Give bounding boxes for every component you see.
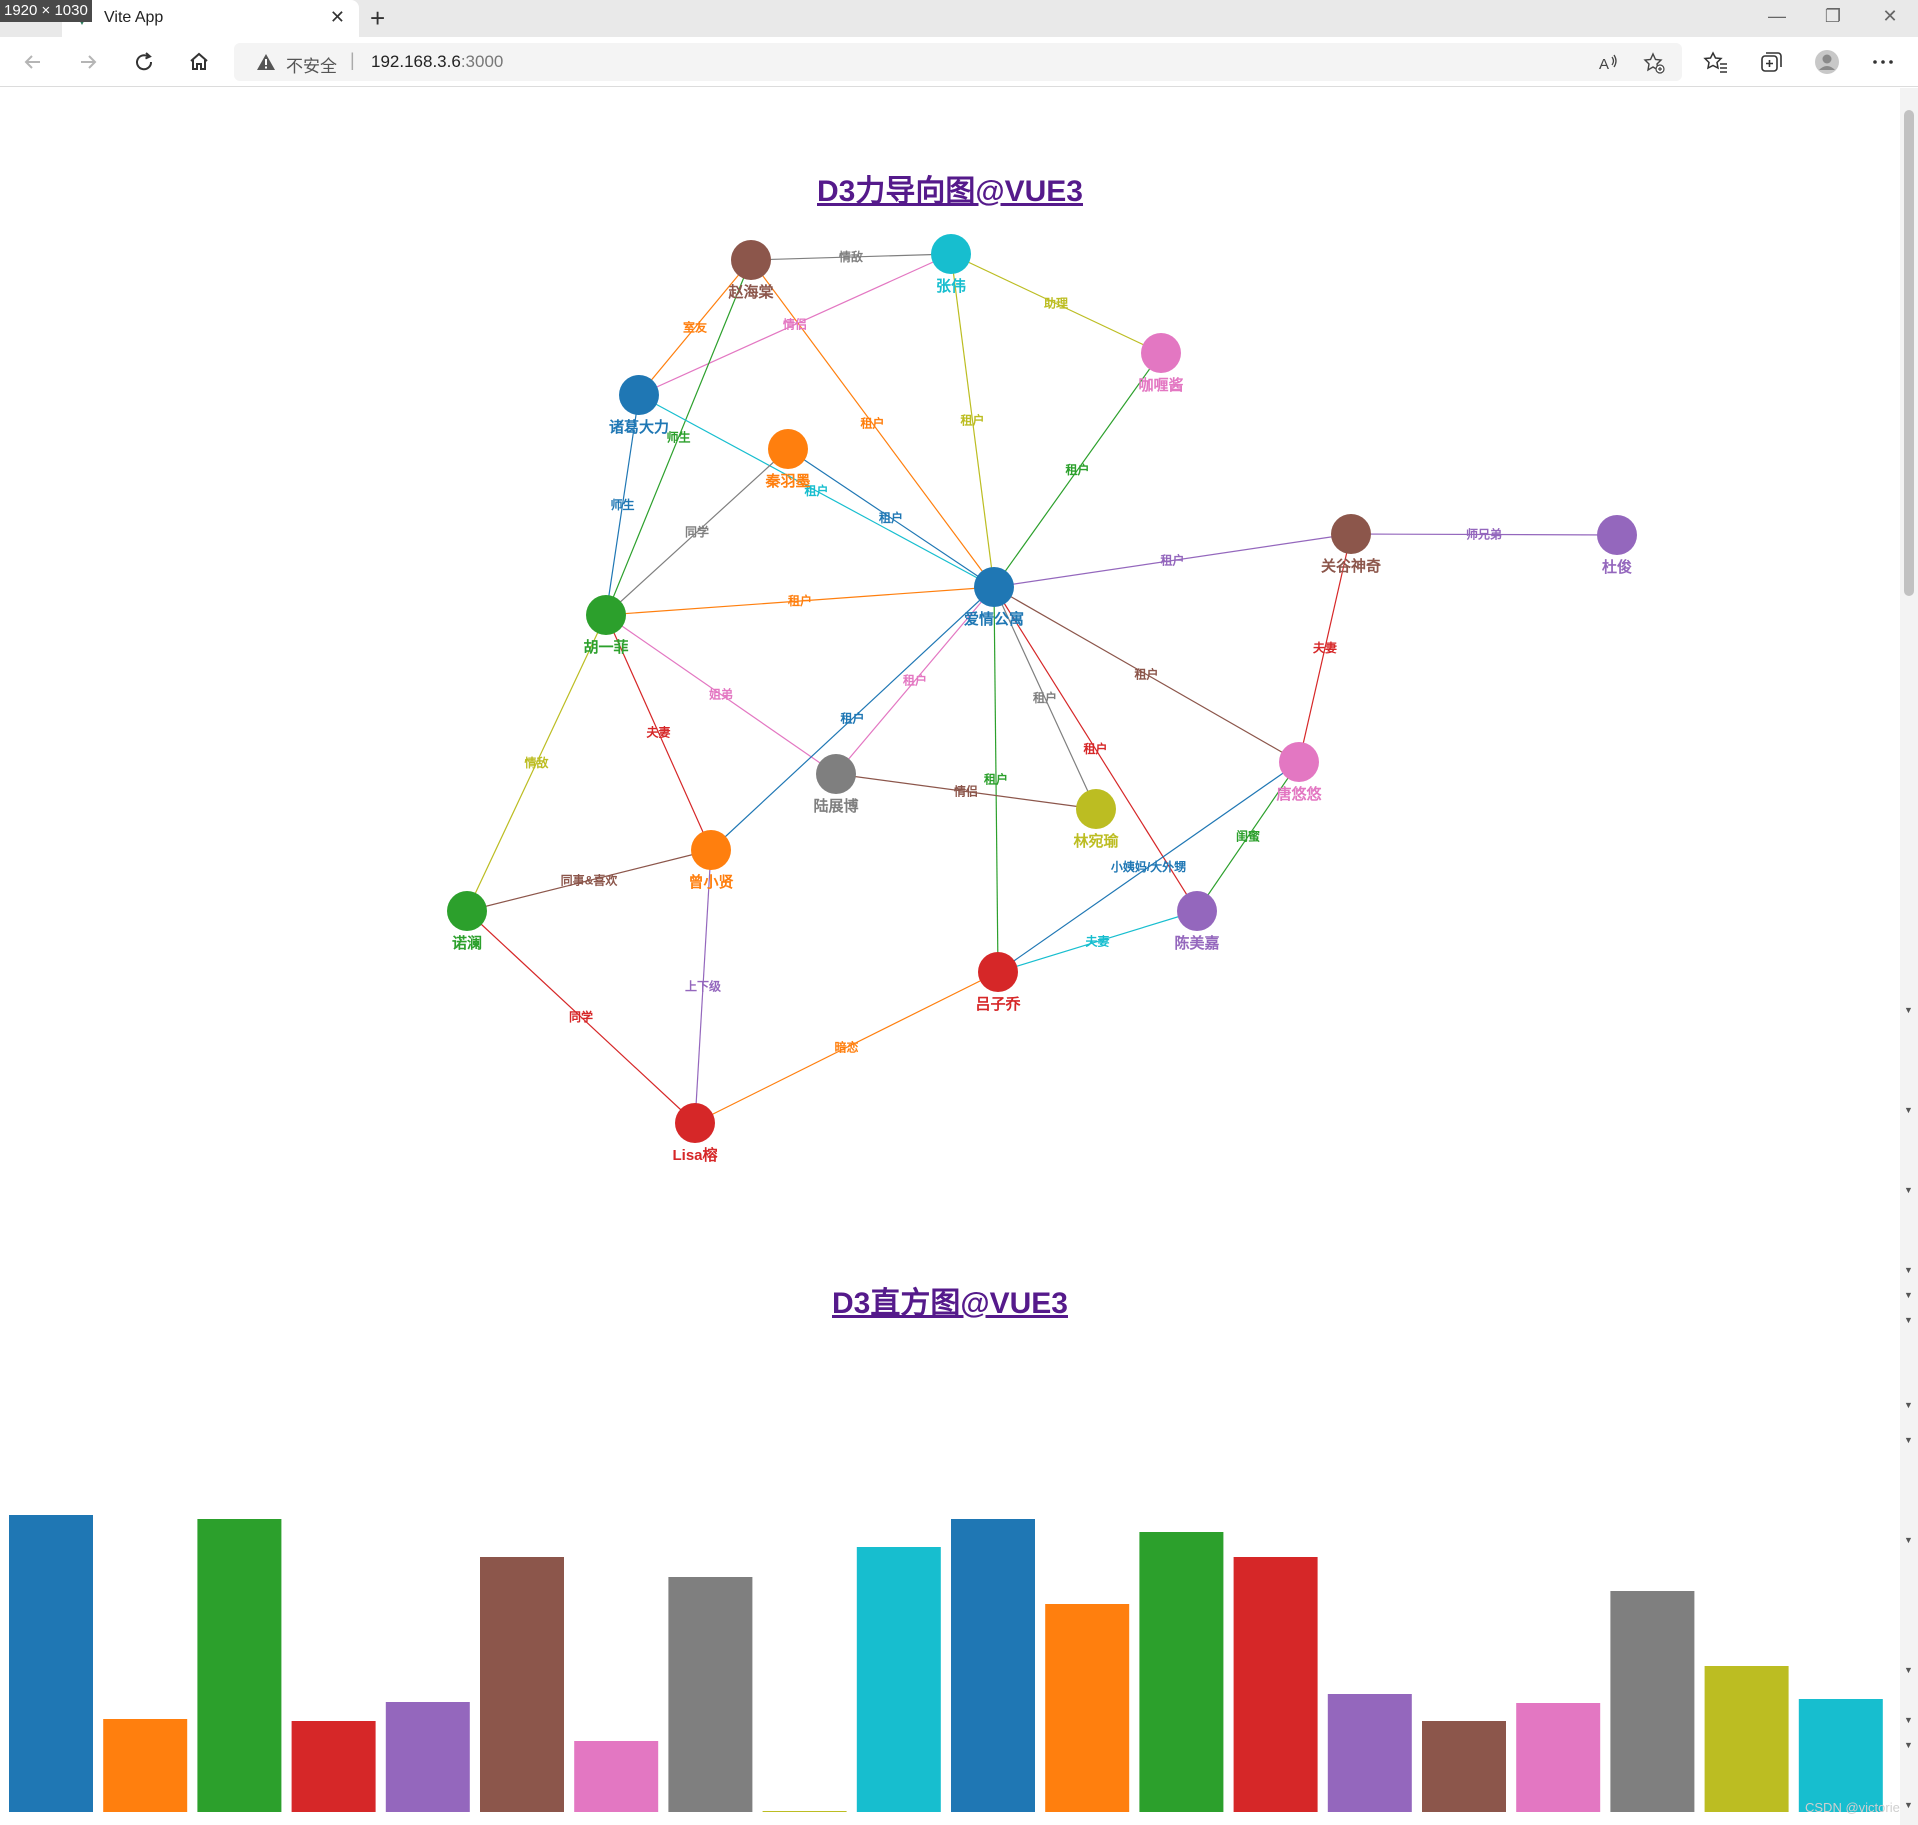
profile-avatar-icon[interactable] <box>1814 49 1840 75</box>
bar-chart-title-link[interactable]: D3直方图@VUE3 <box>0 1278 1900 1322</box>
bar-6 <box>480 1557 564 1812</box>
bar-5 <box>385 1702 470 1812</box>
add-favorite-icon[interactable] <box>1642 51 1666 75</box>
bar-3 <box>197 1519 282 1812</box>
more-menu-icon[interactable] <box>1870 49 1896 75</box>
url-text[interactable]: 192.168.3.6:3000 <box>371 52 503 72</box>
reload-icon[interactable] <box>131 49 157 75</box>
new-tab-icon[interactable]: + <box>370 4 385 32</box>
bar-2 <box>103 1719 188 1812</box>
svg-text:A: A <box>1599 56 1609 73</box>
bar-10 <box>856 1547 941 1812</box>
address-separator: | <box>350 50 355 70</box>
browser-tab[interactable]: Vite App ✕ <box>62 0 359 37</box>
scroll-marker-icon: ▼ <box>1904 1435 1913 1445</box>
bar-13 <box>1139 1532 1224 1812</box>
url-port: :3000 <box>460 52 504 71</box>
bar-18 <box>1610 1591 1695 1812</box>
bar-12 <box>1045 1604 1130 1812</box>
bar-9 <box>762 1811 847 1812</box>
bar-20 <box>1798 1699 1883 1812</box>
bar-15 <box>1327 1694 1412 1812</box>
page-viewport: 情敌 助理 室友 情侣 师生 租户 租户 租户 师生 租户 租户 同学 师兄弟 租户 租户 夫妻 租户 姐弟 夫妻情… <box>0 88 1900 1825</box>
bar-16 <box>1422 1721 1506 1812</box>
scroll-marker-icon: ▼ <box>1904 1005 1913 1015</box>
bar-14 <box>1233 1557 1318 1812</box>
read-aloud-icon[interactable]: A <box>1596 51 1620 75</box>
watermark: CSDN @victorie <box>1805 1800 1900 1815</box>
scroll-marker-icon: ▼ <box>1904 1105 1913 1115</box>
bar-chart-bars <box>9 1515 1883 1812</box>
url-host: 192.168.3.6 <box>371 52 461 71</box>
home-icon[interactable] <box>186 49 212 75</box>
back-icon[interactable] <box>20 49 46 75</box>
scroll-marker-icon: ▼ <box>1904 1665 1913 1675</box>
tab-title: Vite App <box>104 9 164 26</box>
bar-7 <box>574 1741 659 1812</box>
bar-1 <box>9 1515 93 1812</box>
bar-4 <box>291 1721 376 1812</box>
scroll-marker-icon: ▼ <box>1904 1315 1913 1325</box>
scroll-marker-icon: ▼ <box>1904 1800 1913 1810</box>
restore-icon[interactable]: ❐ <box>1813 6 1853 30</box>
scroll-marker-icon: ▼ <box>1904 1185 1913 1195</box>
warning-icon <box>257 54 275 70</box>
scroll-marker-icon: ▼ <box>1904 1290 1913 1300</box>
force-graph-title-link[interactable]: D3力导向图@VUE3 <box>0 166 1900 210</box>
browser-tab-strip: 1920 × 1030 Vite App ✕ + — ❐ ✕ <box>0 0 1918 37</box>
scroll-marker-icon: ▼ <box>1904 1740 1913 1750</box>
minimize-icon[interactable]: — <box>1757 6 1797 30</box>
bar-11 <box>951 1519 1035 1812</box>
bar-17 <box>1516 1703 1601 1812</box>
vertical-scrollbar[interactable] <box>1900 88 1918 1825</box>
not-secure-label[interactable]: 不安全 <box>286 52 337 77</box>
bar-chart <box>9 1515 1883 1812</box>
favorites-icon[interactable] <box>1703 49 1729 75</box>
scroll-marker-icon: ▼ <box>1904 1265 1913 1275</box>
browser-toolbar: 不安全 | 192.168.3.6:3000 A <box>0 37 1918 87</box>
bar-8 <box>668 1577 753 1812</box>
scroll-marker-icon: ▼ <box>1904 1715 1913 1725</box>
forward-icon[interactable] <box>75 49 101 75</box>
collections-icon[interactable] <box>1758 49 1784 75</box>
tab-close-icon[interactable]: ✕ <box>330 7 345 28</box>
address-bar[interactable]: 不安全 | 192.168.3.6:3000 A <box>234 43 1682 81</box>
scrollbar-thumb[interactable] <box>1904 110 1914 596</box>
size-badge: 1920 × 1030 <box>0 0 92 22</box>
window-close-icon[interactable]: ✕ <box>1870 6 1910 30</box>
bar-19 <box>1704 1666 1789 1812</box>
scroll-marker-icon: ▼ <box>1904 1400 1913 1410</box>
scroll-marker-icon: ▼ <box>1904 1535 1913 1545</box>
